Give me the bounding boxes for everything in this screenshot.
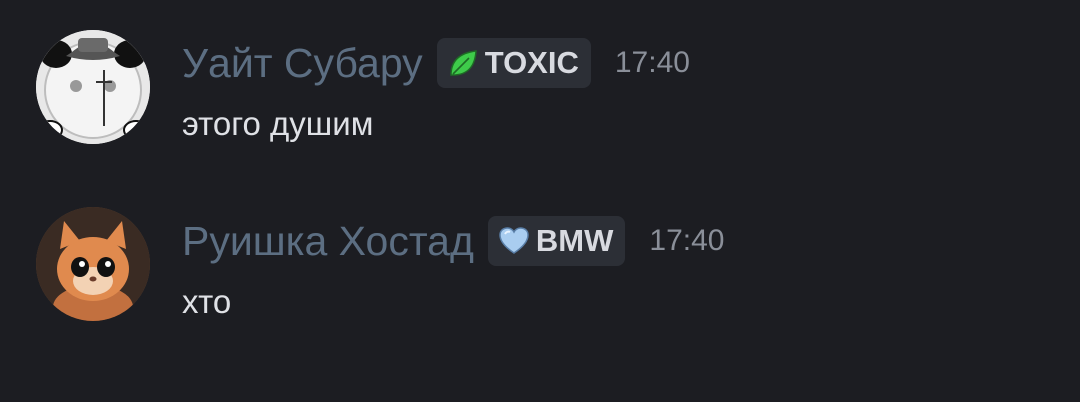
message-header: Уайт Субару TOXIC 17:40: [182, 36, 690, 90]
user-avatar[interactable]: [36, 207, 150, 321]
chat-message: Руишка Хостад BMW 17:40 хто: [0, 180, 1080, 360]
username[interactable]: Руишка Хостад: [182, 214, 474, 268]
message-timestamp: 17:40: [614, 46, 690, 79]
username[interactable]: Уайт Субару: [182, 36, 423, 90]
chat-message: Уайт Субару TOXIC 17:40 этого душим: [0, 0, 1080, 180]
message-text: этого душим: [182, 105, 374, 142]
badge-label: TOXIC: [484, 45, 579, 80]
message-header: Руишка Хостад BMW 17:40: [182, 214, 724, 268]
leaf-icon: [449, 50, 477, 76]
message-timestamp: 17:40: [649, 224, 725, 257]
avatar-image: [36, 207, 150, 321]
heart-icon: [499, 227, 529, 254]
avatar-image: [36, 30, 150, 144]
message-text: хто: [182, 283, 232, 320]
role-badge[interactable]: TOXIC: [436, 38, 591, 88]
badge-label: BMW: [535, 223, 614, 258]
role-badge[interactable]: BMW: [487, 216, 626, 266]
user-avatar[interactable]: [36, 30, 150, 144]
